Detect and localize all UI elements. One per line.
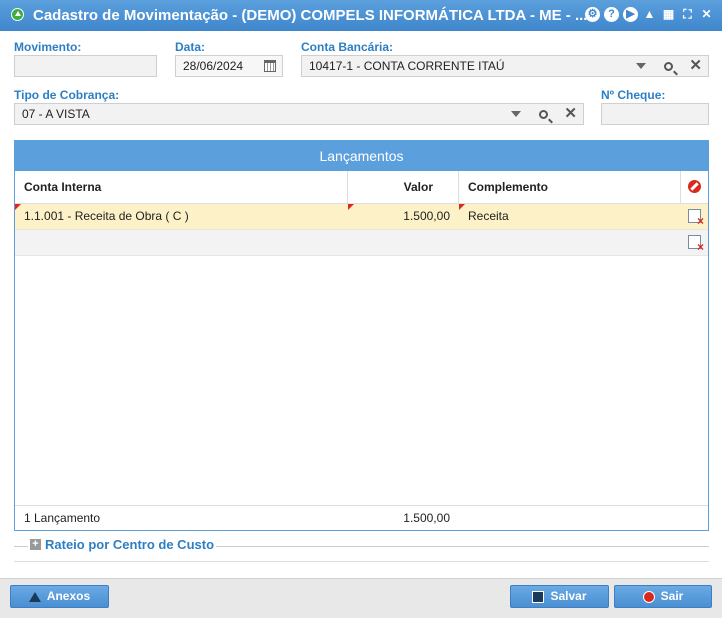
search-icon[interactable]: [664, 61, 674, 71]
exit-icon: [642, 590, 655, 603]
play-icon[interactable]: ▶: [623, 7, 638, 22]
cell-valor[interactable]: 1.500,00: [348, 204, 459, 228]
data-value: 28/06/2024: [183, 59, 244, 73]
calendar-picker-icon[interactable]: [264, 60, 276, 72]
tipo-cobranca-value: 07 - A VISTA: [22, 107, 90, 121]
clear-icon[interactable]: ✕: [564, 104, 577, 124]
maximize-icon[interactable]: ⛶: [680, 7, 695, 22]
n-cheque-field[interactable]: [601, 103, 709, 125]
app-up-icon[interactable]: [11, 8, 24, 21]
conta-bancaria-label: Conta Bancária:: [301, 40, 394, 54]
lancamentos-total: 1.500,00: [403, 511, 450, 525]
bottom-toolbar: Anexos Salvar Sair: [0, 578, 722, 618]
column-valor[interactable]: Valor: [348, 171, 459, 203]
column-conta-interna[interactable]: Conta Interna: [15, 171, 348, 203]
movimento-label: Movimento:: [14, 40, 82, 54]
clear-icon[interactable]: ✕: [689, 56, 702, 76]
attachment-icon: [28, 591, 41, 602]
delete-row-button[interactable]: [681, 230, 708, 254]
close-icon[interactable]: ✕: [699, 7, 714, 22]
lancamentos-count: 1 Lançamento: [24, 511, 101, 525]
cell-valor[interactable]: [348, 230, 459, 254]
help-icon[interactable]: ?: [604, 7, 619, 22]
anexos-button[interactable]: Anexos: [10, 585, 109, 608]
lancamentos-title: Lançamentos: [15, 141, 708, 171]
save-icon: [532, 590, 545, 603]
calendar-icon[interactable]: ▦: [661, 7, 676, 22]
data-field[interactable]: 28/06/2024: [175, 55, 283, 77]
n-cheque-label: Nº Cheque:: [601, 88, 666, 102]
conta-bancaria-value: 10417-1 - CONTA CORRENTE ITAÚ: [309, 59, 505, 73]
rateio-section: + Rateio por Centro de Custo: [14, 537, 709, 562]
data-label: Data:: [175, 40, 206, 54]
salvar-label: Salvar: [550, 589, 587, 603]
cell-conta-interna[interactable]: [15, 230, 348, 254]
no-entry-icon[interactable]: [688, 180, 701, 193]
search-icon[interactable]: [539, 109, 549, 119]
delete-document-icon[interactable]: [688, 209, 704, 227]
sair-button[interactable]: Sair: [614, 585, 712, 608]
delete-document-icon[interactable]: [688, 235, 704, 253]
movimento-field[interactable]: [14, 55, 157, 77]
title-bar-icons: ⚙ ? ▶ ▲ ▦ ⛶ ✕: [585, 7, 714, 23]
table-footer: 1 Lançamento 1.500,00: [15, 505, 708, 530]
column-complemento[interactable]: Complemento: [459, 171, 681, 203]
rateio-toggle[interactable]: + Rateio por Centro de Custo: [28, 537, 217, 552]
delete-row-button[interactable]: [681, 204, 708, 228]
anexos-label: Anexos: [46, 589, 91, 603]
tipo-cobranca-field[interactable]: 07 - A VISTA ✕: [14, 103, 584, 125]
title-bar: Cadastro de Movimentação - (DEMO) COMPEL…: [0, 0, 722, 31]
rateio-label: Rateio por Centro de Custo: [45, 537, 215, 552]
table-row[interactable]: 1.1.001 - Receita de Obra ( C ) 1.500,00…: [15, 204, 708, 230]
window-title: Cadastro de Movimentação - (DEMO) COMPEL…: [33, 7, 588, 24]
bell-icon[interactable]: ▲: [642, 7, 657, 22]
lancamentos-panel: Lançamentos Conta Interna Valor Compleme…: [14, 140, 709, 531]
sair-label: Sair: [660, 589, 684, 603]
cell-complemento[interactable]: [459, 230, 681, 254]
cell-conta-interna[interactable]: 1.1.001 - Receita de Obra ( C ): [15, 204, 348, 228]
salvar-button[interactable]: Salvar: [510, 585, 609, 608]
settings-icon[interactable]: ⚙: [585, 7, 600, 22]
tipo-cobranca-label: Tipo de Cobrança:: [14, 88, 120, 102]
chevron-down-icon[interactable]: [511, 111, 522, 117]
table-header: Conta Interna Valor Complemento: [15, 171, 708, 204]
chevron-down-icon[interactable]: [636, 63, 647, 69]
conta-bancaria-field[interactable]: 10417-1 - CONTA CORRENTE ITAÚ ✕: [301, 55, 709, 77]
delete-all-header[interactable]: [681, 171, 708, 203]
expand-plus-icon[interactable]: +: [30, 539, 41, 550]
cell-complemento[interactable]: Receita: [459, 204, 681, 228]
table-row[interactable]: [15, 230, 708, 256]
